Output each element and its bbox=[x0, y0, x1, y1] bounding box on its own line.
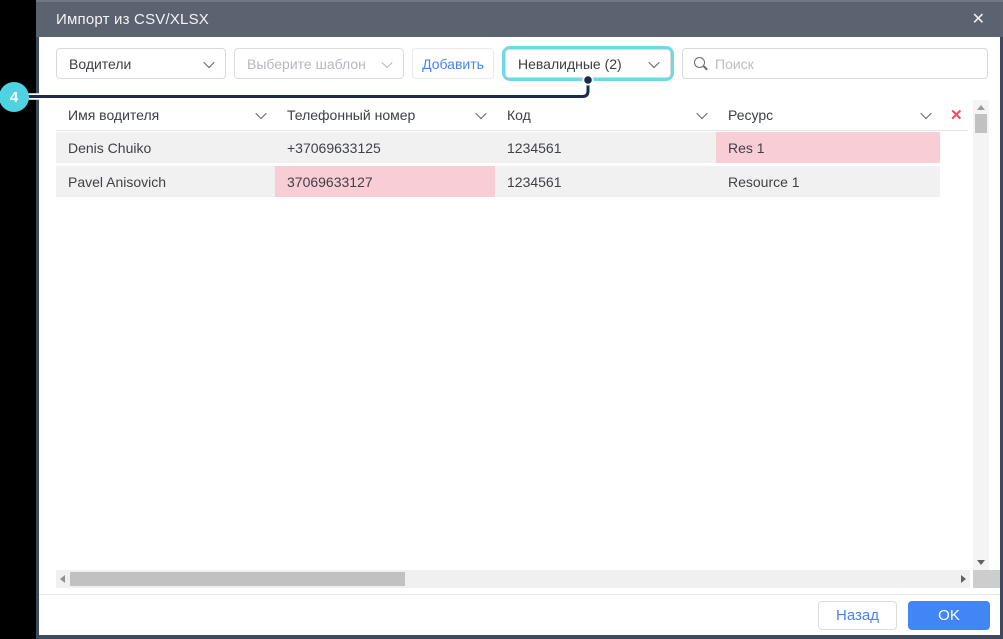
close-icon[interactable]: ✕ bbox=[972, 11, 985, 28]
screen: Импорт из CSV/XLSX ✕ Водители Выберите ш… bbox=[0, 0, 1003, 639]
dialog-titlebar: Импорт из CSV/XLSX ✕ bbox=[36, 0, 1003, 37]
toolbar: Водители Выберите шаблон Добавить Невали… bbox=[56, 46, 988, 81]
callout-badge bbox=[0, 82, 29, 112]
chevron-down-icon[interactable] bbox=[475, 107, 487, 120]
table-row[interactable]: Pavel Anisovich 37069633127 1234561 Reso… bbox=[56, 166, 940, 197]
ok-button[interactable]: OK bbox=[908, 600, 990, 630]
chevron-down-icon bbox=[648, 56, 660, 68]
horizontal-scroll-thumb[interactable] bbox=[70, 572, 405, 586]
entity-type-value: Водители bbox=[69, 55, 132, 72]
column-header-driver-name: Имя водителя bbox=[56, 107, 275, 123]
search-icon bbox=[693, 56, 708, 71]
cell-code: 1234561 bbox=[507, 139, 562, 156]
scroll-down-icon[interactable] bbox=[977, 560, 985, 565]
dialog-footer: Назад OK bbox=[39, 594, 1000, 635]
cell-driver-name: Pavel Anisovich bbox=[68, 173, 167, 190]
table-header: Имя водителя Телефонный номер Код Ресурс… bbox=[56, 100, 968, 131]
template-select[interactable]: Выберите шаблон bbox=[234, 48, 404, 79]
cell-code: 1234561 bbox=[507, 173, 562, 190]
template-select-placeholder: Выберите шаблон bbox=[247, 55, 366, 72]
chevron-down-icon[interactable] bbox=[255, 107, 267, 120]
entity-type-select[interactable]: Водители bbox=[56, 48, 226, 79]
search-input[interactable] bbox=[715, 55, 977, 72]
column-header-phone: Телефонный номер bbox=[275, 107, 495, 123]
column-header-resource: Ресурс bbox=[716, 107, 940, 123]
scrollbar-corner bbox=[973, 570, 1000, 588]
cell-driver-name: Denis Chuiko bbox=[68, 139, 152, 156]
scroll-right-icon[interactable] bbox=[961, 575, 966, 583]
chevron-down-icon bbox=[203, 56, 215, 68]
cell-phone: 37069633127 bbox=[275, 166, 495, 197]
cell-resource: Resource 1 bbox=[728, 173, 800, 190]
back-button[interactable]: Назад bbox=[818, 600, 897, 630]
validity-filter-value: Невалидные (2) bbox=[518, 55, 622, 72]
delete-column-icon[interactable]: ✕ bbox=[950, 106, 963, 124]
vertical-scroll-thumb[interactable] bbox=[975, 114, 987, 133]
column-header-code: Код bbox=[495, 107, 716, 123]
callout-number: 4 bbox=[10, 89, 19, 106]
search-box bbox=[682, 48, 988, 79]
chevron-down-icon bbox=[381, 56, 393, 68]
cell-resource: Res 1 bbox=[716, 132, 940, 163]
cell-phone: +37069633125 bbox=[287, 139, 381, 156]
validity-filter-select[interactable]: Невалидные (2) bbox=[505, 49, 671, 78]
table-body: Denis Chuiko +37069633125 1234561 Res 1 … bbox=[56, 132, 940, 200]
scroll-left-icon[interactable] bbox=[60, 575, 65, 583]
vertical-scrollbar[interactable] bbox=[973, 100, 989, 570]
horizontal-scrollbar[interactable] bbox=[56, 570, 970, 588]
chevron-down-icon[interactable] bbox=[696, 107, 708, 120]
chevron-down-icon[interactable] bbox=[920, 107, 932, 120]
import-dialog: Импорт из CSV/XLSX ✕ Водители Выберите ш… bbox=[36, 0, 1003, 639]
table-row[interactable]: Denis Chuiko +37069633125 1234561 Res 1 bbox=[56, 132, 940, 163]
add-button[interactable]: Добавить bbox=[412, 48, 494, 79]
validity-filter-highlight: Невалидные (2) bbox=[502, 46, 674, 81]
scroll-up-icon[interactable] bbox=[977, 105, 985, 110]
dialog-title: Импорт из CSV/XLSX bbox=[56, 11, 209, 28]
